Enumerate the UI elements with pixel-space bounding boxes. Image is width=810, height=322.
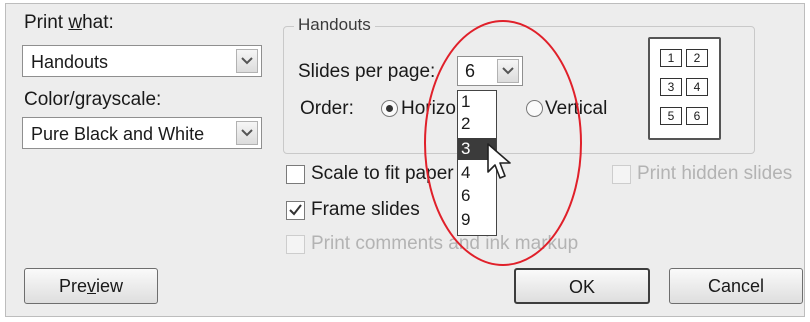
print-comments-checkbox[interactable] [286,235,305,254]
color-grayscale-select[interactable]: Pure Black and White [22,117,262,149]
preview-slot: 5 [660,107,682,125]
print-hidden-checkbox[interactable] [612,165,631,184]
print-what-select[interactable]: Handouts [22,45,262,77]
preview-slot: 1 [660,49,682,67]
preview-slot: 6 [686,107,708,125]
frame-slides-label: Frame slides [311,199,420,220]
order-vertical-radio[interactable] [526,100,543,117]
preview-slot: 4 [686,78,708,96]
handout-layout-preview-icon: 1 2 3 4 5 6 [648,37,721,140]
order-horizontal-radio[interactable] [381,100,398,117]
print-hidden-label: Print hidden slides [637,163,793,184]
order-horizontal-label: Horizo [401,98,456,119]
chevron-down-icon[interactable] [497,59,519,83]
print-comments-label: Print comments and ink markup [311,233,579,254]
chevron-down-icon[interactable] [236,49,258,73]
scale-to-fit-checkbox[interactable] [286,165,305,184]
dropdown-option[interactable]: 6 [458,185,496,207]
cancel-button[interactable]: Cancel [669,268,803,304]
ok-button[interactable]: OK [514,268,650,304]
chevron-down-icon[interactable] [236,121,258,145]
slides-per-page-select[interactable]: 6 [457,56,523,86]
preview-slot: 3 [660,78,682,96]
frame-slides-checkbox[interactable] [286,201,305,220]
mouse-pointer-icon [487,143,511,179]
handouts-group-title: Handouts [294,15,375,35]
order-label: Order: [300,98,354,119]
dropdown-option[interactable]: 9 [458,209,496,231]
print-what-label: Print what: [24,12,114,33]
color-grayscale-label: Color/grayscale: [24,89,162,110]
dropdown-option[interactable]: 2 [458,113,496,135]
preview-slot: 2 [686,49,708,67]
dropdown-option[interactable]: 1 [458,91,496,113]
scale-to-fit-label: Scale to fit paper [311,163,454,184]
preview-button[interactable]: Preview [24,268,158,304]
slides-per-page-label: Slides per page: [298,61,436,82]
order-vertical-label: Vertical [545,98,608,119]
